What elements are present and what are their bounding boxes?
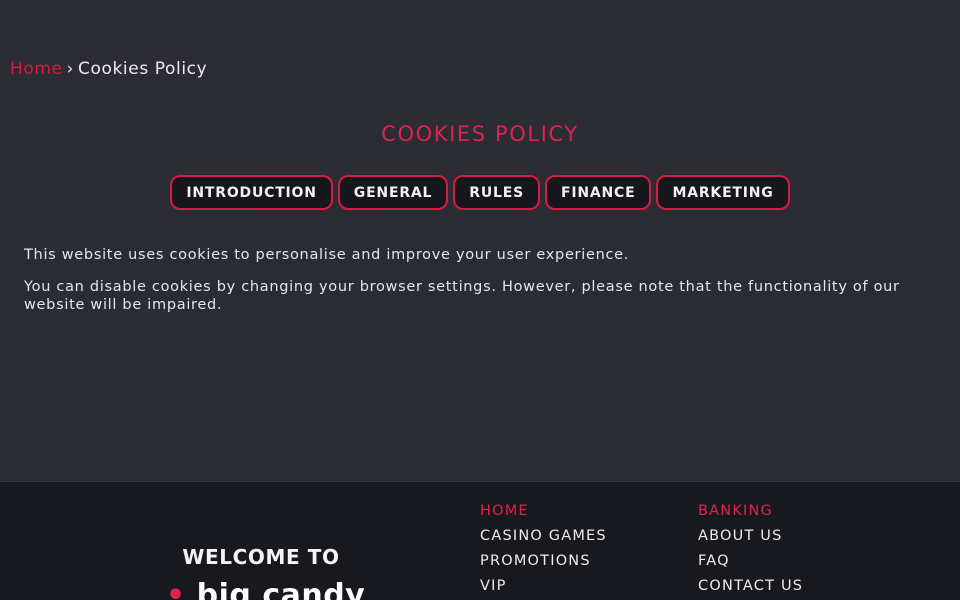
footer-link-promotions[interactable]: PROMOTIONS	[480, 553, 607, 578]
content-paragraph: This website uses cookies to personalise…	[24, 247, 630, 263]
footer-nav-column-2: BANKING ABOUT US FAQ CONTACT US	[698, 503, 803, 600]
footer-link-contact-us[interactable]: CONTACT US	[698, 578, 803, 600]
breadcrumb-current: Cookies Policy	[78, 59, 208, 79]
footer-link-home[interactable]: HOME	[480, 503, 607, 528]
policy-content: This website uses cookies to personalise…	[24, 246, 924, 328]
tab-general[interactable]: GENERAL	[337, 175, 449, 210]
footer-logo[interactable]: • big candy	[166, 578, 365, 600]
page: Home › Cookies Policy COOKIES POLICY INTRO…	[0, 0, 960, 600]
tab-finance[interactable]: FINANCE	[544, 175, 652, 210]
page-title: COOKIES POLICY	[381, 122, 579, 146]
footer-link-banking[interactable]: BANKING	[698, 503, 803, 528]
footer-link-about-us[interactable]: ABOUT US	[698, 528, 803, 553]
footer-link-casino-games[interactable]: CASINO GAMES	[480, 528, 607, 553]
logo-text: big candy	[196, 578, 366, 600]
footer-nav-column-1: HOME CASINO GAMES PROMOTIONS VIP	[480, 503, 607, 600]
tab-marketing[interactable]: MARKETING	[656, 175, 790, 210]
footer-link-vip[interactable]: VIP	[480, 578, 607, 600]
policy-tabs: INTRODUCTION GENERAL RULES FINANCE MARKE…	[0, 175, 960, 210]
footer-link-faq[interactable]: FAQ	[698, 553, 803, 578]
tab-introduction[interactable]: INTRODUCTION	[170, 175, 333, 210]
content-paragraph: You can disable cookies by changing your…	[24, 279, 900, 313]
site-footer: WELCOME TO • big candy HOME CASINO GAMES…	[0, 481, 960, 600]
footer-welcome-heading: WELCOME TO	[182, 545, 340, 569]
breadcrumb-separator: ›	[66, 59, 75, 79]
logo-mark-icon: •	[166, 578, 186, 600]
tab-rules[interactable]: RULES	[453, 175, 540, 210]
breadcrumb-home-link[interactable]: Home	[10, 59, 63, 79]
breadcrumb: Home › Cookies Policy	[10, 59, 207, 79]
